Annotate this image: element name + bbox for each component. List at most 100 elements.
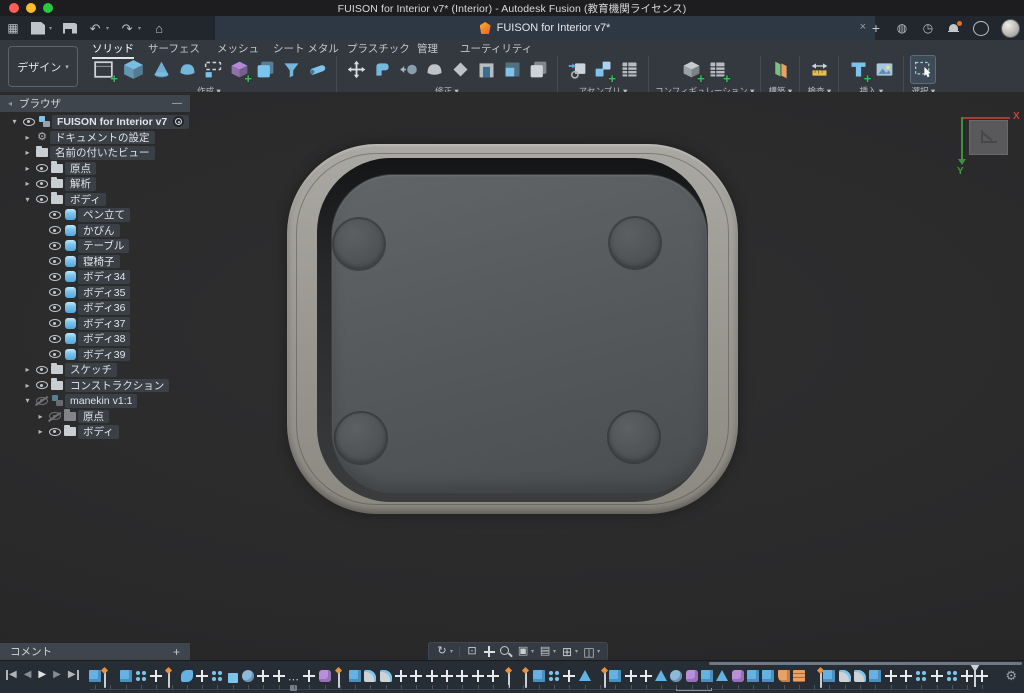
ribbon-tab-2[interactable]: サーフェス [148, 41, 200, 56]
offset-icon[interactable] [396, 57, 420, 83]
ribbon-tab-5[interactable]: プラスチック [347, 41, 410, 56]
tree-chevron-icon[interactable]: ▸ [34, 412, 47, 421]
tree-chevron-icon[interactable]: ▸ [21, 365, 34, 374]
browser-item[interactable]: ▸コンストラクション [0, 378, 230, 394]
close-tab-icon[interactable]: × [860, 21, 866, 33]
configuration-icon[interactable] [680, 57, 704, 83]
look-at-icon[interactable] [465, 645, 479, 659]
create-sketch-icon[interactable] [89, 57, 117, 83]
browser-item[interactable]: ▸ スケッチ [0, 362, 230, 378]
insert-image-icon[interactable] [872, 57, 896, 83]
account-avatar-icon[interactable] [1001, 19, 1020, 38]
press-pull-icon[interactable] [370, 57, 394, 83]
add-comment-button[interactable]: + [173, 645, 180, 659]
timeline-feature-sketch-icon[interactable] [525, 669, 527, 688]
comments-bar[interactable]: コメント + [0, 643, 190, 660]
timeline-feature-form-icon[interactable] [732, 670, 744, 682]
visibility-eye-icon[interactable] [48, 333, 61, 344]
timeline-feature-fillet-icon[interactable] [854, 670, 866, 682]
model-foot-bottom-right[interactable] [608, 411, 660, 463]
timeline-feature-move-icon[interactable] [563, 670, 575, 682]
visibility-eye-icon[interactable] [35, 163, 48, 174]
browser-item-label[interactable]: かびん [78, 224, 120, 238]
timeline-feature-extrude-icon[interactable] [89, 670, 101, 682]
timeline-feature-pattern-icon[interactable] [211, 670, 223, 682]
tree-chevron-icon[interactable]: ▸ [21, 148, 34, 157]
document-tab[interactable]: FUISON for Interior v7* × [215, 16, 875, 40]
bom-icon[interactable] [617, 57, 641, 83]
timeline-feature-move-icon[interactable] [487, 670, 499, 682]
extrude-icon[interactable] [119, 57, 147, 83]
timeline-feature-bom-icon[interactable] [793, 670, 805, 682]
3d-viewport[interactable]: X Y ◂ ブラウザ — ▾FUISON for Interior v7▸⚙ドキ… [0, 92, 1024, 660]
timeline-feature-joint-icon[interactable] [670, 670, 682, 682]
cone-icon[interactable] [149, 57, 173, 83]
browser-item-label[interactable]: ボディ37 [78, 317, 130, 331]
browser-item-label[interactable]: ボディ39 [78, 348, 130, 362]
zoom-icon[interactable] [499, 645, 513, 659]
timeline-feature-fillet-icon[interactable] [839, 670, 851, 682]
browser-item-label[interactable]: スケッチ [65, 363, 117, 377]
fit-icon[interactable] [516, 645, 530, 659]
browser-item-label[interactable]: ペン立て [78, 208, 130, 222]
model-foot-bottom-left[interactable] [335, 412, 387, 464]
timeline-feature-move-icon[interactable] [395, 670, 407, 682]
tree-chevron-icon[interactable]: ▸ [21, 179, 34, 188]
chevron-down-icon[interactable]: ▾ [575, 648, 578, 655]
ribbon-tab-6[interactable]: 管理 [417, 41, 438, 56]
pipe-icon[interactable] [305, 57, 329, 83]
timeline-feature-fillet-icon[interactable] [380, 670, 392, 682]
tree-chevron-icon[interactable]: ▸ [21, 133, 34, 142]
visibility-eye-icon[interactable] [48, 287, 61, 298]
browser-item-label[interactable]: ボディ36 [78, 301, 130, 315]
chevron-down-icon[interactable]: ▾ [531, 648, 534, 655]
browser-item-label[interactable]: 解析 [65, 177, 96, 191]
timeline-feature-pattern-icon[interactable] [915, 670, 927, 682]
browser-item-label[interactable]: テーブル [78, 239, 129, 253]
timeline-feature-move-icon[interactable] [885, 670, 897, 682]
visibility-eye-icon[interactable] [35, 380, 48, 391]
visibility-eye-icon[interactable] [35, 178, 48, 189]
model-foot-top-left[interactable] [333, 218, 385, 270]
tree-chevron-icon[interactable]: ▾ [21, 195, 34, 204]
timeline-feature-pattern-icon[interactable] [548, 670, 560, 682]
loft-icon[interactable] [175, 57, 199, 83]
browser-item-label[interactable]: manekin v1:1 [65, 394, 137, 408]
chevron-down-icon[interactable]: ▾ [138, 25, 141, 32]
timeline-feature-move-icon[interactable] [625, 670, 637, 682]
timeline-scrollbar-thumb[interactable] [709, 662, 1022, 665]
timeline-feature-press-pull-icon[interactable] [181, 670, 193, 682]
timeline-feature-extrude-icon[interactable] [533, 670, 545, 682]
browser-item[interactable]: ▾FUISON for Interior v7 [0, 114, 230, 130]
timeline-feature-pattern-icon[interactable] [135, 670, 147, 682]
browser-item[interactable]: テーブル [0, 238, 230, 254]
browser-item[interactable]: かびん [0, 223, 230, 239]
grid-snap-icon[interactable] [560, 645, 574, 659]
tree-chevron-icon[interactable]: ▾ [8, 117, 21, 126]
chevron-down-icon[interactable]: ▾ [553, 648, 556, 655]
browser-item[interactable]: ▾manekin v1:1 [0, 393, 230, 409]
browser-item[interactable]: ▸ボディ [0, 424, 230, 440]
timeline-feature-move-icon[interactable] [273, 670, 285, 682]
timeline-feature-move-icon[interactable] [441, 670, 453, 682]
timeline-feature-joint-icon[interactable] [242, 670, 254, 682]
new-tab-icon[interactable] [869, 20, 883, 36]
visibility-eye-icon[interactable] [48, 225, 61, 236]
select-icon[interactable] [911, 57, 935, 83]
configuration-table-icon[interactable] [706, 57, 730, 83]
minimize-window-button[interactable] [26, 3, 36, 13]
browser-item-label[interactable]: 名前の付いたビュー [50, 146, 155, 160]
timeline-feature-move-icon[interactable] [303, 670, 315, 682]
chamfer-icon[interactable] [448, 57, 472, 83]
timeline-feature-extrude-icon[interactable] [349, 670, 361, 682]
timeline-feature-extrude-icon[interactable] [609, 670, 621, 682]
undo-icon[interactable] [88, 20, 102, 36]
browser-item[interactable]: ▸ 解析 [0, 176, 230, 192]
browser-item-label[interactable]: ボディ38 [78, 332, 130, 346]
orbit-icon[interactable] [435, 645, 449, 659]
scale-icon[interactable] [500, 57, 524, 83]
timeline-feature-move-icon[interactable] [640, 670, 652, 682]
visibility-eye-icon[interactable] [48, 349, 61, 360]
timeline-feature-move-icon[interactable] [961, 670, 973, 682]
browser-item-label[interactable]: コンストラクション [65, 379, 169, 393]
